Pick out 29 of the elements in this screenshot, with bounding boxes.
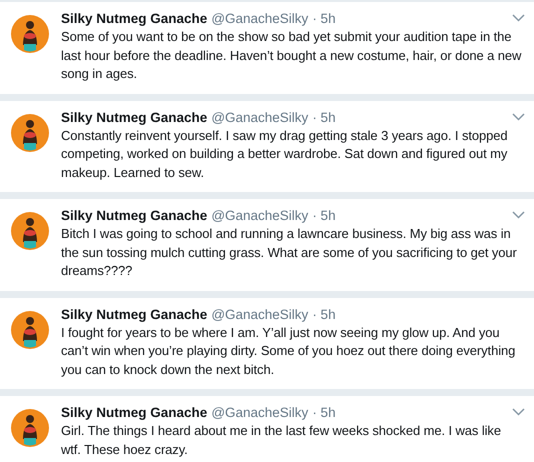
tweet-text: Some of you want to be on the show so bad yet submit your audition tape in the last hour before the deadline. Haven’t bought a new costume, hair, or done a new song in ages. bbox=[61, 28, 522, 83]
chevron-icon[interactable] bbox=[512, 14, 525, 22]
author-name[interactable]: Silky Nutmeg Ganache bbox=[61, 306, 208, 322]
author-handle: @GanacheSilky bbox=[211, 208, 308, 223]
tweet-text: Bitch I was going to school and running a lawncare business. My big ass was in the sun tossing mulch cutting grass. What are some of you sacrificing to get your dreams???? bbox=[61, 225, 518, 280]
avatar bbox=[11, 15, 49, 53]
avatar bbox=[11, 409, 49, 447]
tweet-text: Constantly reinvent yourself. I saw my drag getting stale 3 years ago. I stopped competing, worked on building a better wardrobe. Sat down and figured out my makeup. Learned to sew. bbox=[61, 126, 509, 182]
tweet-time: · 5h bbox=[312, 208, 336, 223]
tweet-time: · 5h bbox=[312, 306, 336, 322]
chevron-icon[interactable] bbox=[512, 408, 525, 416]
author-name[interactable]: Silky Nutmeg Ganache bbox=[61, 405, 208, 420]
tweet-text: Girl. The things I heard about me in the last few weeks shocked me. I was like wtf. These hoez crazy. bbox=[61, 422, 502, 459]
author-handle: @GanacheSilky bbox=[211, 306, 308, 322]
avatar bbox=[11, 212, 49, 250]
author-handle: @GanacheSilky bbox=[211, 405, 308, 420]
avatar bbox=[11, 310, 49, 348]
author-name[interactable]: Silky Nutmeg Ganache bbox=[61, 208, 208, 223]
tweet-text: I fought for years to be where I am. Y’all just now seeing my glow up. And you can’t win when you’re playing dirty. Some of you hoez out there doing everything you can to knock down the next bitch. bbox=[61, 324, 516, 379]
author-handle: @GanacheSilky bbox=[211, 11, 308, 26]
chevron-icon[interactable] bbox=[512, 211, 525, 219]
author-name[interactable]: Silky Nutmeg Ganache bbox=[61, 110, 208, 124]
tweet-time: · 5h bbox=[312, 110, 336, 124]
tweet-time: · 5h bbox=[312, 405, 336, 420]
author-handle: @GanacheSilky bbox=[211, 110, 308, 124]
avatar bbox=[11, 114, 49, 152]
chevron-icon[interactable] bbox=[512, 112, 525, 120]
tweet-time: · 5h bbox=[312, 11, 336, 26]
author-name[interactable]: Silky Nutmeg Ganache bbox=[61, 11, 208, 26]
